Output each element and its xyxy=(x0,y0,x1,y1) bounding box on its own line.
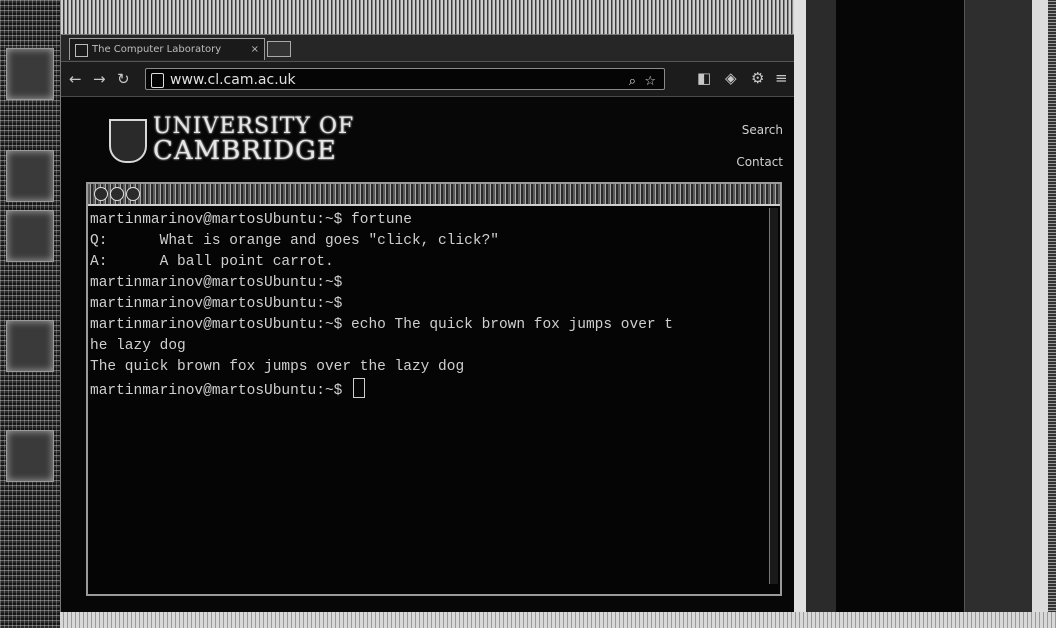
side-panel xyxy=(964,0,1033,628)
search-icon[interactable]: ⌕ xyxy=(629,71,636,93)
side-panel xyxy=(836,0,964,628)
bookmark-star-icon[interactable]: ☆ xyxy=(644,71,656,93)
side-panel xyxy=(1048,0,1056,628)
terminal-output[interactable]: martinmarinov@martosUbuntu:~$ fortune Q: … xyxy=(88,206,780,402)
terminal-line: martinmarinov@martosUbuntu:~$ fortune xyxy=(90,212,412,228)
tab-bar: The Computer Laboratory × xyxy=(61,35,795,62)
close-window-icon[interactable] xyxy=(94,187,108,201)
page-favicon-icon xyxy=(75,44,88,57)
terminal-line: he lazy dog xyxy=(90,338,186,354)
terminal-line: The quick brown fox jumps over the lazy … xyxy=(90,359,465,375)
extension-icon[interactable]: ◈ xyxy=(725,69,737,87)
address-url: www.cl.cam.ac.uk xyxy=(170,72,296,88)
window-divider xyxy=(794,0,806,628)
browser-toolbar: ← → ↻ www.cl.cam.ac.uk ⌕ ☆ ◧ ◈ ⚙ ≡ xyxy=(61,62,795,97)
desktop-icon[interactable] xyxy=(6,430,54,482)
terminal-cursor xyxy=(353,378,366,398)
logo-line-2: CAMBRIDGE xyxy=(153,136,337,166)
extension-icon[interactable]: ◧ xyxy=(697,69,711,87)
address-bar[interactable]: www.cl.cam.ac.uk ⌕ ☆ xyxy=(145,68,665,90)
desktop-icon[interactable] xyxy=(6,48,54,100)
side-panel xyxy=(1032,0,1048,628)
forward-button[interactable]: → xyxy=(93,70,106,88)
university-logo[interactable]: UNIVERSITY OF CAMBRIDGE xyxy=(153,115,354,166)
side-panel xyxy=(806,0,836,628)
search-link[interactable]: Search xyxy=(742,123,783,137)
back-button[interactable]: ← xyxy=(69,70,82,88)
desktop-icon[interactable] xyxy=(6,320,54,372)
desktop-left-strip xyxy=(0,0,60,628)
terminal-line: martinmarinov@martosUbuntu:~$ xyxy=(90,275,343,291)
terminal-prompt: martinmarinov@martosUbuntu:~$ xyxy=(90,383,352,399)
terminal-title-bar[interactable] xyxy=(88,184,780,206)
desktop-icon[interactable] xyxy=(6,150,54,202)
terminal-scrollbar[interactable] xyxy=(769,208,778,584)
minimize-window-icon[interactable] xyxy=(110,187,124,201)
settings-icon[interactable]: ⚙ xyxy=(751,69,764,87)
new-tab-button[interactable] xyxy=(267,41,291,57)
desktop-icon[interactable] xyxy=(6,210,54,262)
lock-icon xyxy=(151,73,164,88)
terminal-window[interactable]: martinmarinov@martosUbuntu:~$ fortune Q: … xyxy=(86,182,782,596)
terminal-line: martinmarinov@martosUbuntu:~$ xyxy=(90,296,343,312)
browser-tab[interactable]: The Computer Laboratory × xyxy=(69,38,265,60)
tab-title: The Computer Laboratory xyxy=(92,44,222,55)
reload-button[interactable]: ↻ xyxy=(117,70,130,88)
desktop-top-bar xyxy=(0,0,800,34)
bottom-bar xyxy=(60,612,1056,628)
terminal-line: martinmarinov@martosUbuntu:~$ echo The q… xyxy=(90,317,673,333)
university-crest-icon xyxy=(109,119,147,163)
terminal-prompt-line[interactable]: martinmarinov@martosUbuntu:~$ xyxy=(90,378,776,402)
maximize-window-icon[interactable] xyxy=(126,187,140,201)
menu-icon[interactable]: ≡ xyxy=(775,69,788,87)
contact-link[interactable]: Contact xyxy=(736,155,783,169)
terminal-line: Q: What is orange and goes "click, click… xyxy=(90,233,499,249)
terminal-line: A: A ball point carrot. xyxy=(90,254,334,270)
tab-close-icon[interactable]: × xyxy=(251,39,259,60)
